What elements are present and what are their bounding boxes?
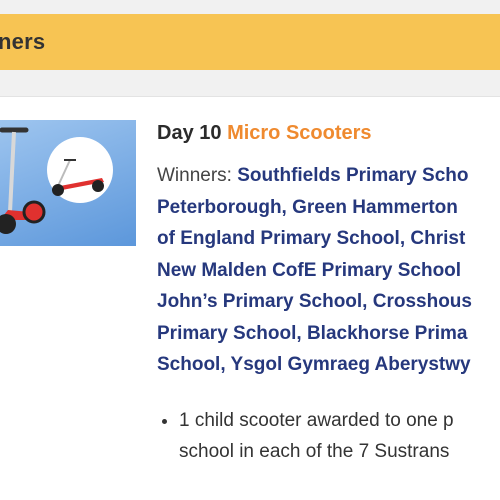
top-strip bbox=[0, 0, 500, 14]
day-label: Day 10 bbox=[157, 122, 222, 144]
winners-line-1: Winners: Southfields Primary Scho bbox=[157, 160, 500, 192]
winner-text: Primary School, Blackhorse Prima bbox=[157, 322, 468, 344]
winners-label: Winners: bbox=[157, 165, 232, 186]
winner-text: of England Primary School, Christ bbox=[157, 228, 466, 249]
bullet-text: school in each of the 7 Sustrans bbox=[179, 440, 450, 462]
winner-text: Peterborough, Green Hammerton bbox=[157, 196, 458, 218]
winners-paragraph: Winners: Southfields Primary Scho Peterb… bbox=[157, 160, 500, 381]
prize-details: Day 10 Micro Scooters Winners: Southfiel… bbox=[157, 118, 500, 467]
list-item: 1 child scooter awarded to one p school … bbox=[179, 405, 500, 467]
winner-text: School, Ysgol Gymraeg Aberystwy bbox=[157, 354, 471, 375]
prize-details-list: 1 child scooter awarded to one p school … bbox=[157, 405, 500, 467]
banner-title: ners bbox=[0, 29, 46, 54]
bullet-text: 1 child scooter awarded to one p bbox=[179, 409, 454, 431]
divider bbox=[0, 96, 500, 97]
brand-link[interactable]: Micro Scooters bbox=[227, 122, 371, 144]
winner-text: Southfields Primary Scho bbox=[237, 165, 469, 186]
winner-text: New Malden CofE Primary School bbox=[157, 259, 462, 281]
winner-text: John’s Primary School, Crosshous bbox=[157, 291, 472, 312]
scooter-image-icon bbox=[0, 127, 113, 234]
section-strip bbox=[0, 70, 500, 96]
winners-banner: ners bbox=[0, 14, 500, 70]
scooter-thumbnail[interactable] bbox=[0, 120, 136, 246]
day-heading: Day 10 Micro Scooters bbox=[157, 118, 500, 148]
